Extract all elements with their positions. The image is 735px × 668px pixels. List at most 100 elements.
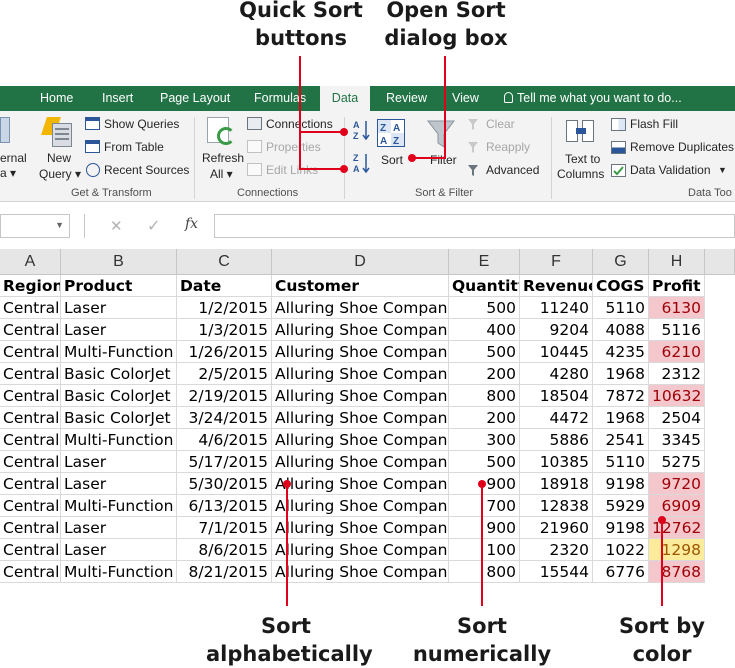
- sort-dialog-icon[interactable]: ZAAZ: [377, 119, 405, 147]
- header-cell[interactable]: Revenue: [520, 275, 593, 297]
- table-cell[interactable]: 6/13/2015: [177, 495, 272, 517]
- header-cell[interactable]: Profit: [649, 275, 705, 297]
- table-cell[interactable]: Central: [0, 429, 61, 451]
- table-cell[interactable]: 4280: [520, 363, 593, 385]
- table-cell[interactable]: Laser: [61, 539, 177, 561]
- table-cell[interactable]: 10445: [520, 341, 593, 363]
- table-cell[interactable]: Alluring Shoe Company: [272, 451, 449, 473]
- table-cell[interactable]: 12838: [520, 495, 593, 517]
- table-cell[interactable]: 7872: [593, 385, 649, 407]
- sort-a-to-z-icon[interactable]: AZ: [353, 119, 371, 141]
- table-cell[interactable]: Alluring Shoe Company: [272, 297, 449, 319]
- table-cell[interactable]: Basic ColorJet: [61, 363, 177, 385]
- table-cell[interactable]: Alluring Shoe Company: [272, 319, 449, 341]
- table-cell[interactable]: 4235: [593, 341, 649, 363]
- column-header-a[interactable]: A: [0, 249, 61, 275]
- table-cell[interactable]: 2312: [649, 363, 705, 385]
- tab-home[interactable]: Home: [40, 86, 73, 111]
- table-cell[interactable]: 200: [449, 407, 520, 429]
- table-cell[interactable]: 2320: [520, 539, 593, 561]
- table-cell[interactable]: Alluring Shoe Company: [272, 539, 449, 561]
- sort-z-to-a-icon[interactable]: ZA: [353, 152, 371, 174]
- tab-page-layout[interactable]: Page Layout: [160, 86, 230, 111]
- refresh-all-icon[interactable]: [207, 117, 237, 147]
- table-cell[interactable]: 500: [449, 341, 520, 363]
- table-cell[interactable]: 6130: [649, 297, 705, 319]
- sort-button-label[interactable]: Sort: [381, 153, 403, 167]
- table-cell[interactable]: Central: [0, 341, 61, 363]
- table-cell[interactable]: 9720: [649, 473, 705, 495]
- table-cell[interactable]: 5110: [593, 297, 649, 319]
- table-cell[interactable]: 10385: [520, 451, 593, 473]
- table-cell[interactable]: Alluring Shoe Company: [272, 473, 449, 495]
- table-cell[interactable]: Central: [0, 561, 61, 583]
- table-cell[interactable]: Alluring Shoe Company: [272, 495, 449, 517]
- table-cell[interactable]: Laser: [61, 517, 177, 539]
- table-cell[interactable]: Central: [0, 451, 61, 473]
- column-header-d[interactable]: D: [272, 249, 449, 275]
- cancel-icon[interactable]: ✕: [110, 217, 123, 235]
- table-cell[interactable]: Central: [0, 495, 61, 517]
- table-cell[interactable]: Basic ColorJet: [61, 407, 177, 429]
- table-cell[interactable]: Central: [0, 319, 61, 341]
- table-cell[interactable]: 5116: [649, 319, 705, 341]
- table-cell[interactable]: 4472: [520, 407, 593, 429]
- header-cell[interactable]: Customer: [272, 275, 449, 297]
- table-cell[interactable]: 21960: [520, 517, 593, 539]
- table-cell[interactable]: Alluring Shoe Company: [272, 407, 449, 429]
- tab-data[interactable]: Data: [320, 86, 370, 111]
- table-cell[interactable]: 5275: [649, 451, 705, 473]
- table-cell[interactable]: 1298: [649, 539, 705, 561]
- table-cell[interactable]: Central: [0, 385, 61, 407]
- table-cell[interactable]: 5886: [520, 429, 593, 451]
- header-cell[interactable]: Product: [61, 275, 177, 297]
- table-cell[interactable]: Central: [0, 297, 61, 319]
- table-cell[interactable]: Multi-Function: [61, 341, 177, 363]
- name-box[interactable]: ▼: [0, 214, 70, 238]
- table-cell[interactable]: 18918: [520, 473, 593, 495]
- table-cell[interactable]: 2/5/2015: [177, 363, 272, 385]
- tell-me-search[interactable]: Tell me what you want to do...: [504, 86, 682, 111]
- table-cell[interactable]: Alluring Shoe Company: [272, 429, 449, 451]
- table-cell[interactable]: Multi-Function: [61, 429, 177, 451]
- table-cell[interactable]: 2/19/2015: [177, 385, 272, 407]
- table-cell[interactable]: 1022: [593, 539, 649, 561]
- table-cell[interactable]: 3345: [649, 429, 705, 451]
- table-cell[interactable]: 18504: [520, 385, 593, 407]
- table-cell[interactable]: 200: [449, 363, 520, 385]
- column-header-c[interactable]: C: [177, 249, 272, 275]
- table-cell[interactable]: 1/26/2015: [177, 341, 272, 363]
- enter-icon[interactable]: ✓: [147, 216, 160, 236]
- table-cell[interactable]: 10632: [649, 385, 705, 407]
- table-cell[interactable]: Basic ColorJet: [61, 385, 177, 407]
- table-cell[interactable]: Central: [0, 363, 61, 385]
- insert-function-icon[interactable]: fx: [185, 216, 198, 232]
- table-cell[interactable]: 8/6/2015: [177, 539, 272, 561]
- table-cell[interactable]: Alluring Shoe Company: [272, 561, 449, 583]
- table-cell[interactable]: 100: [449, 539, 520, 561]
- column-header-f[interactable]: F: [520, 249, 593, 275]
- table-cell[interactable]: 3/24/2015: [177, 407, 272, 429]
- table-cell[interactable]: 800: [449, 561, 520, 583]
- table-cell[interactable]: 11240: [520, 297, 593, 319]
- table-cell[interactable]: 1/3/2015: [177, 319, 272, 341]
- table-cell[interactable]: 5/17/2015: [177, 451, 272, 473]
- table-cell[interactable]: 5/30/2015: [177, 473, 272, 495]
- table-cell[interactable]: 9204: [520, 319, 593, 341]
- table-cell[interactable]: Multi-Function: [61, 561, 177, 583]
- table-cell[interactable]: 5929: [593, 495, 649, 517]
- table-cell[interactable]: Alluring Shoe Company: [272, 517, 449, 539]
- table-cell[interactable]: Central: [0, 407, 61, 429]
- header-cell[interactable]: COGS: [593, 275, 649, 297]
- column-header-blank[interactable]: [705, 249, 735, 275]
- table-cell[interactable]: 300: [449, 429, 520, 451]
- table-cell[interactable]: 1968: [593, 363, 649, 385]
- table-cell[interactable]: 4/6/2015: [177, 429, 272, 451]
- table-cell[interactable]: Central: [0, 539, 61, 561]
- table-cell[interactable]: 8/21/2015: [177, 561, 272, 583]
- header-cell[interactable]: Region: [0, 275, 61, 297]
- table-cell[interactable]: 4088: [593, 319, 649, 341]
- table-cell[interactable]: 15544: [520, 561, 593, 583]
- table-cell[interactable]: 9198: [593, 517, 649, 539]
- table-cell[interactable]: Laser: [61, 297, 177, 319]
